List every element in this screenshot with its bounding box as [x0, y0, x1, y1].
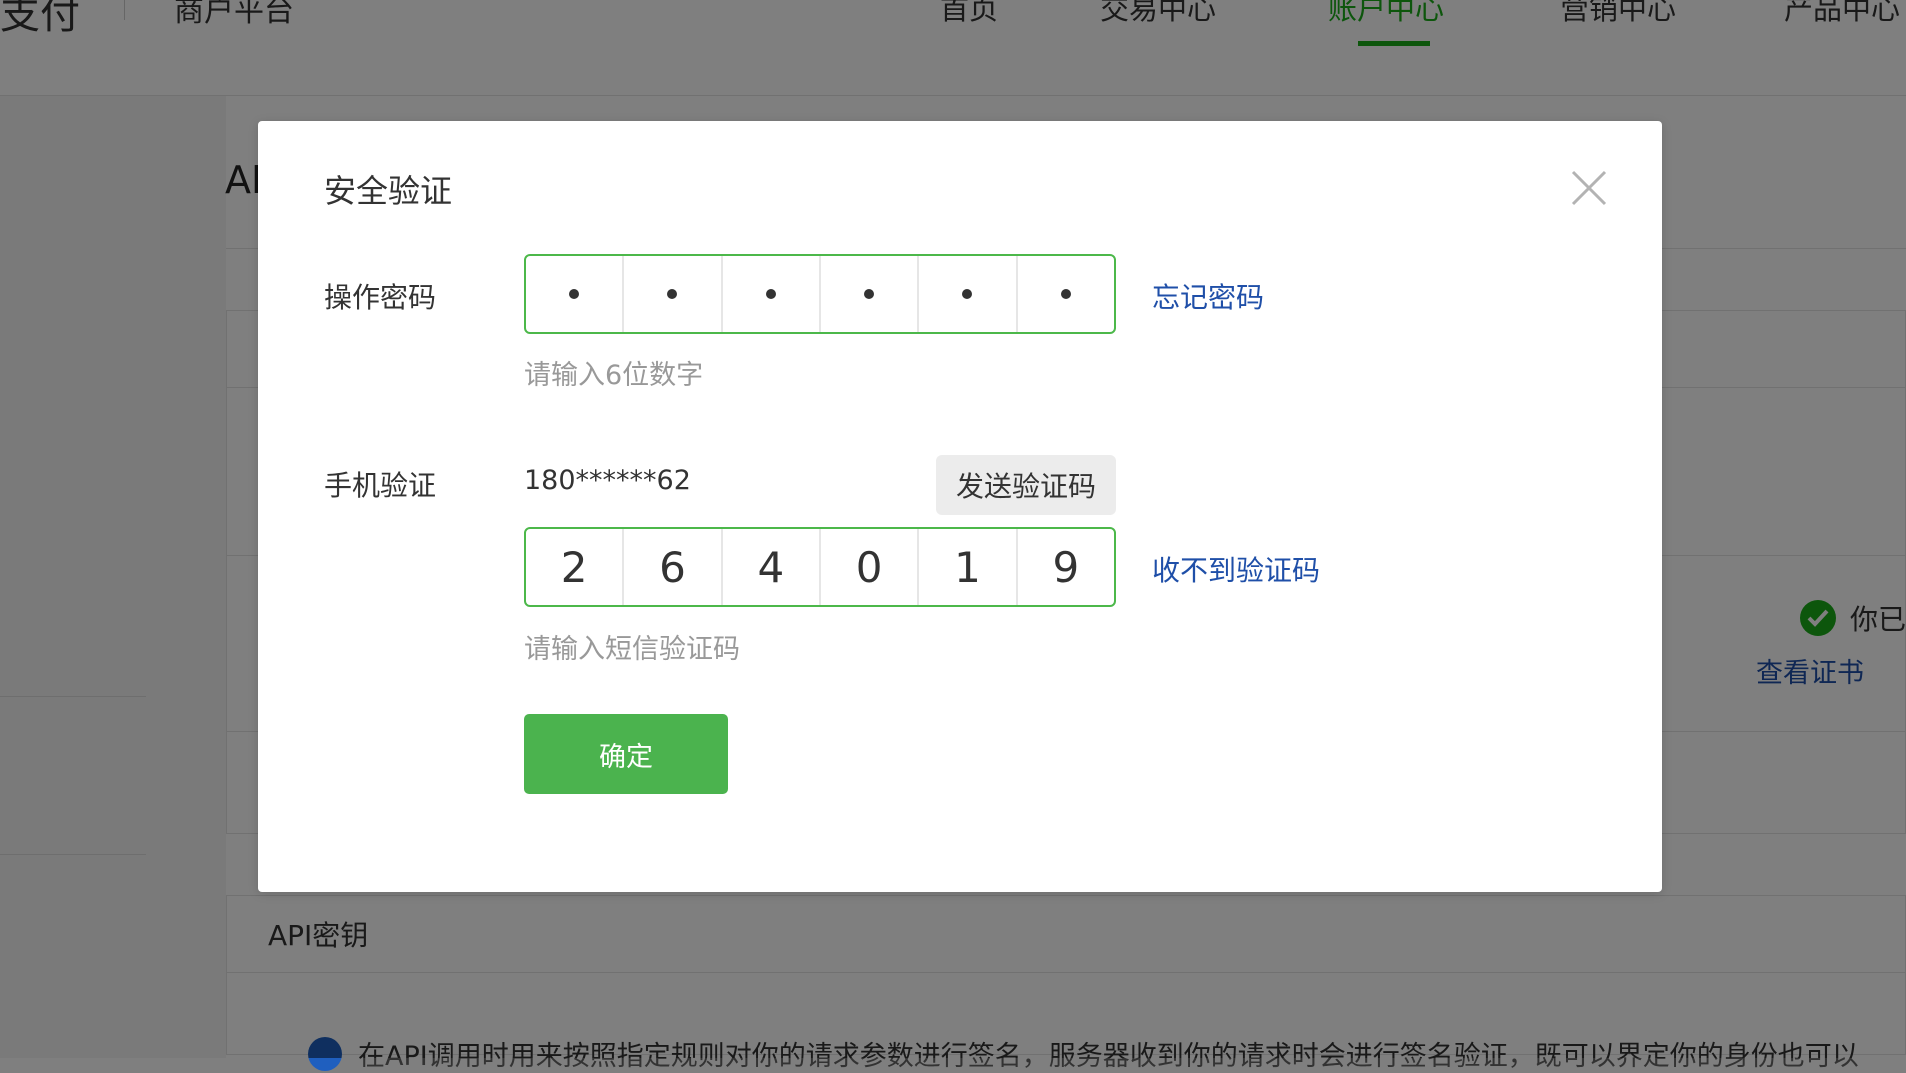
- password-dot-icon: [765, 289, 776, 299]
- password-dot-icon: [1060, 289, 1071, 299]
- password-dot-icon: [569, 289, 580, 299]
- password-digit: [622, 256, 720, 332]
- sms-code-digit: 0: [818, 529, 917, 605]
- sms-code-digit: 4: [720, 529, 819, 605]
- confirm-button[interactable]: 确定: [524, 714, 728, 794]
- sms-code-digit: 9: [1015, 529, 1114, 605]
- sms-code-hint: 请输入短信验证码: [524, 634, 740, 665]
- password-dot-icon: [667, 289, 678, 299]
- sms-code-digit: 2: [560, 542, 588, 592]
- password-digit: [1015, 256, 1114, 332]
- sms-code-digit: 6: [622, 529, 720, 605]
- masked-phone-number: 180******62: [524, 465, 691, 496]
- sms-code-input[interactable]: 2 6 4 0 1 9: [524, 527, 1116, 607]
- password-dot-icon: [962, 289, 973, 299]
- password-hint: 请输入6位数字: [524, 360, 704, 391]
- password-digit: [526, 256, 622, 332]
- operation-password-input[interactable]: [524, 254, 1116, 334]
- operation-password-label: 操作密码: [324, 281, 437, 314]
- no-code-received-link[interactable]: 收不到验证码: [1152, 549, 1320, 589]
- password-digit: [917, 256, 1015, 332]
- send-code-button[interactable]: 发送验证码: [936, 455, 1116, 515]
- forgot-password-link[interactable]: 忘记密码: [1152, 276, 1264, 316]
- password-dot-icon: [864, 289, 875, 299]
- security-verification-dialog: 安全验证 操作密码 忘记密码 请输入6位数字 手机验证 180******62 …: [258, 121, 1662, 892]
- password-digit: [818, 256, 917, 332]
- close-icon[interactable]: [1570, 169, 1608, 207]
- dialog-title: 安全验证: [324, 172, 453, 210]
- password-digit: [720, 256, 819, 332]
- phone-verification-label: 手机验证: [324, 469, 437, 502]
- sms-code-digit: 1: [917, 529, 1015, 605]
